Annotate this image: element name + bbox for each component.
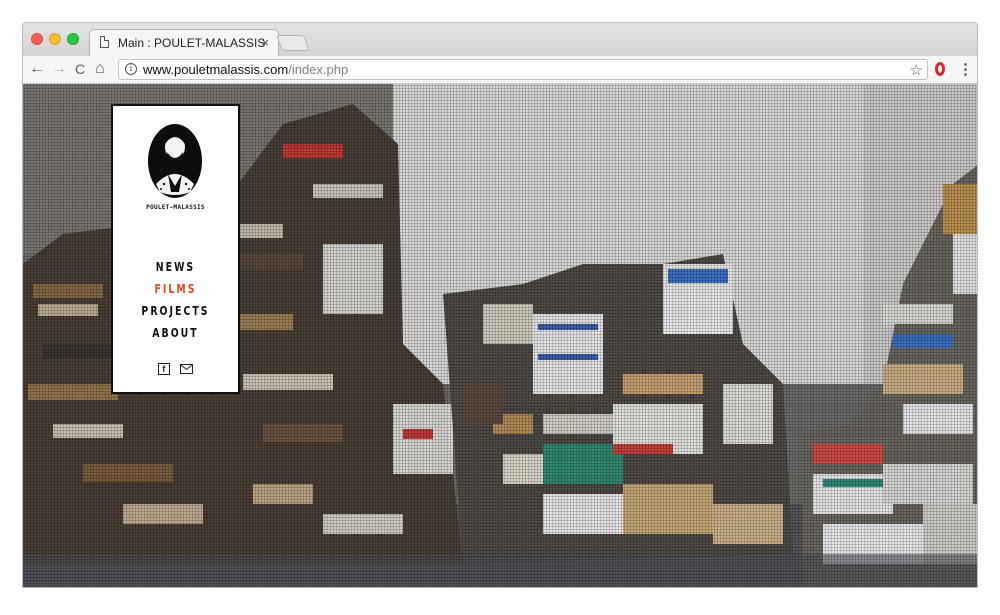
tab-title: Main : POULET-MALASSIS	[118, 36, 266, 50]
url-host: www.pouletmalassis.com	[143, 62, 289, 77]
close-window-button[interactable]	[31, 33, 43, 45]
maximize-window-button[interactable]	[67, 33, 79, 45]
browser-window: Main : POULET-MALASSIS × ← → C ⌂ i www.p…	[22, 22, 978, 588]
page-viewport: POULET—MALASSIS NEWS FILMS PROJECTS ABOU…	[23, 84, 977, 587]
nav-films[interactable]: FILMS	[127, 278, 225, 300]
forward-icon[interactable]: →	[51, 60, 67, 78]
nav-projects[interactable]: PROJECTS	[127, 300, 225, 322]
reload-icon[interactable]: C	[75, 60, 85, 78]
tab-strip: Main : POULET-MALASSIS ×	[23, 23, 977, 56]
opera-icon[interactable]	[935, 62, 945, 76]
home-icon[interactable]: ⌂	[95, 60, 105, 78]
facebook-icon[interactable]: f	[157, 362, 170, 375]
new-tab-button[interactable]	[276, 35, 310, 51]
url-path: /index.php	[288, 62, 349, 77]
tab-close-icon[interactable]: ×	[261, 35, 269, 50]
browser-toolbar: ← → C ⌂ i www.pouletmalassis.com/index.p…	[23, 56, 977, 84]
document-icon	[100, 36, 109, 48]
nav-news[interactable]: NEWS	[127, 256, 225, 278]
nav-about[interactable]: ABOUT	[127, 322, 225, 344]
info-icon[interactable]: i	[125, 63, 137, 75]
main-nav: NEWS FILMS PROJECTS ABOUT	[113, 256, 238, 344]
browser-menu-icon[interactable]: ⋮	[958, 60, 973, 78]
minimize-window-button[interactable]	[49, 33, 61, 45]
social-links: f	[113, 360, 238, 378]
tab-main[interactable]: Main : POULET-MALASSIS ×	[89, 29, 279, 56]
mail-icon[interactable]	[180, 363, 194, 374]
logo-portrait-icon[interactable]	[146, 122, 204, 200]
bookmark-star-icon[interactable]: ☆	[910, 61, 923, 79]
address-bar[interactable]: i www.pouletmalassis.com/index.php ☆	[118, 59, 928, 80]
side-menu-panel: POULET—MALASSIS NEWS FILMS PROJECTS ABOU…	[111, 104, 240, 394]
back-icon[interactable]: ←	[29, 60, 45, 78]
logo-text: POULET—MALASSIS	[146, 204, 205, 211]
url-text: www.pouletmalassis.com/index.php	[143, 62, 348, 77]
